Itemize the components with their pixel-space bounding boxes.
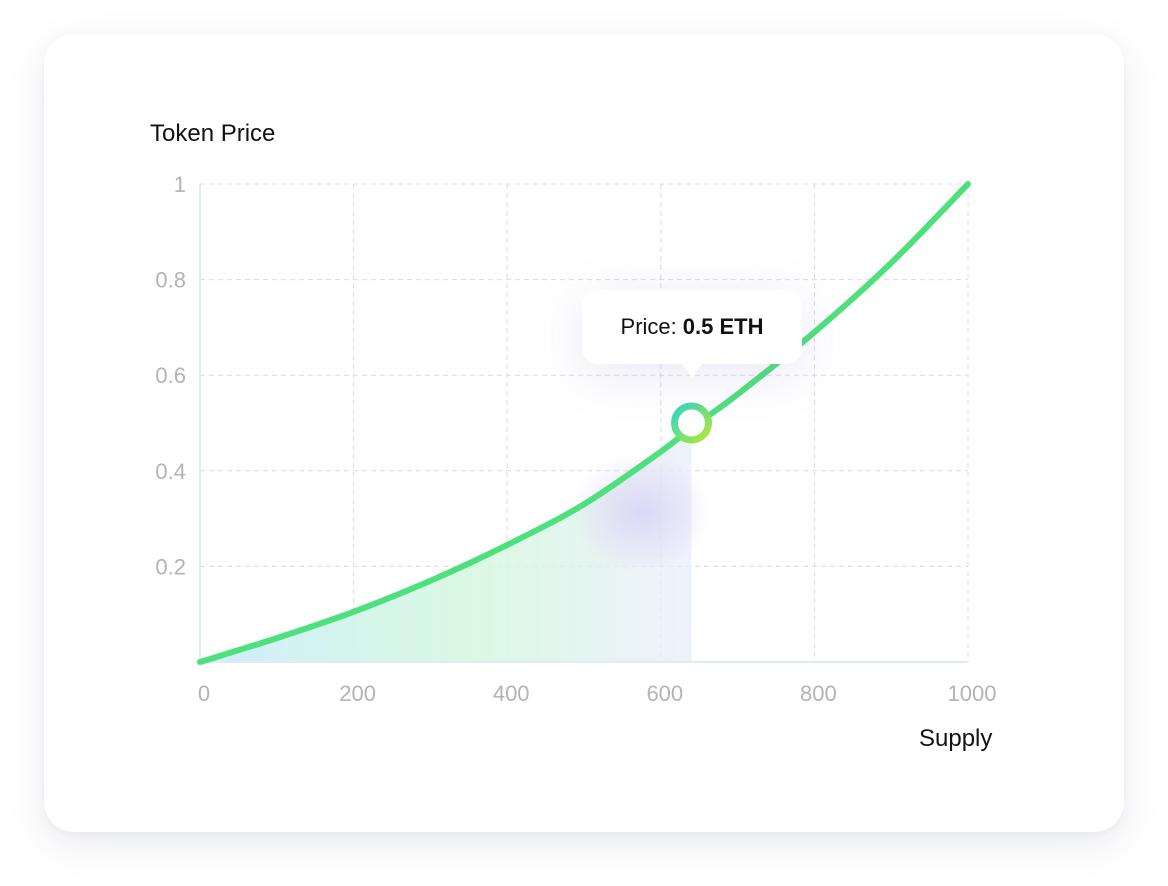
x-tick-label: 600 <box>646 681 683 706</box>
y-tick-label: 0.6 <box>155 363 186 388</box>
tooltip-label: Price: <box>620 314 677 339</box>
x-tick-label: 800 <box>800 681 837 706</box>
y-tick-label: 0.2 <box>155 554 186 579</box>
y-tick-label: 1 <box>174 172 186 197</box>
y-tick-label: 0.8 <box>155 268 186 293</box>
tooltip-value: 0.5 ETH <box>682 314 764 339</box>
area-glow <box>571 452 712 572</box>
x-tick-label: 1000 <box>948 681 997 706</box>
x-tick-label: 400 <box>493 681 530 706</box>
x-tick-label: 200 <box>339 681 376 706</box>
y-tick-label: 0.4 <box>155 459 186 484</box>
highlight-marker <box>671 402 713 444</box>
price-tooltip: Price: 0.5 ETH <box>582 290 802 378</box>
x-tick-label: 0 <box>198 681 210 706</box>
bonding-curve-chart: 0 200 400 600 800 1000 0.2 0.4 0.6 0.8 1 <box>155 172 997 706</box>
